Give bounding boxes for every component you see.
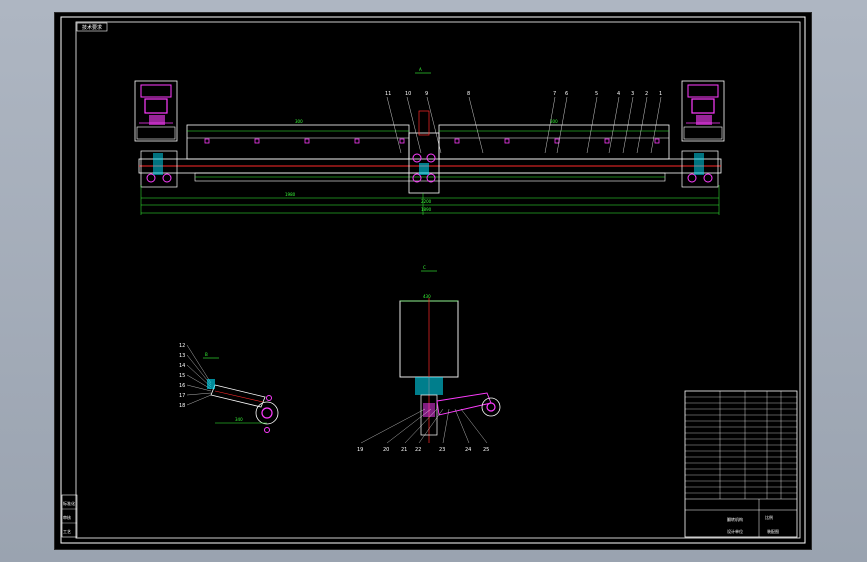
beam-bolts xyxy=(204,138,660,144)
lever-hub xyxy=(255,401,279,425)
part-number-15: 15 xyxy=(179,373,185,379)
part-number-13: 13 xyxy=(179,353,185,359)
corner-tag: 技术要求 xyxy=(76,22,108,32)
dim-label-4: 2200 xyxy=(421,199,432,204)
title-drawing-name: 翻转机构 xyxy=(727,516,743,522)
part-number-25: 25 xyxy=(483,447,489,453)
section-view: C 430 19 20 21 22 23 24 25 xyxy=(357,265,501,453)
dim-label-1: 300 xyxy=(295,119,303,124)
part-number-11: 11 xyxy=(385,91,391,97)
part-number-8: 8 xyxy=(467,91,470,97)
stamp-3: 工艺 xyxy=(63,529,71,534)
stamp-1: 标准化 xyxy=(63,500,75,506)
part-number-19: 19 xyxy=(357,447,363,453)
part-number-20: 20 xyxy=(383,447,389,453)
main-assembly-view: A 300 300 1980 2200 1890 11 10 9 8 7 6 5… xyxy=(134,67,725,215)
right-coupling xyxy=(681,150,719,188)
upper-beam-right xyxy=(438,124,670,160)
title-block: 翻转机构 比例 设计单位 装配图 xyxy=(684,390,798,538)
coupling-block xyxy=(415,377,443,395)
part-number-14: 14 xyxy=(179,363,185,369)
part-number-23: 23 xyxy=(439,447,445,453)
part-number-1: 1 xyxy=(659,91,662,97)
lever-view: B 12 13 14 15 16 17 18 340 xyxy=(179,343,279,433)
view-a-label: A xyxy=(419,67,422,72)
left-coupling xyxy=(140,150,178,188)
right-motor xyxy=(681,80,725,142)
left-motor xyxy=(134,80,178,142)
dim-label-5: 1890 xyxy=(421,207,432,212)
part-number-7: 7 xyxy=(553,91,556,97)
part-number-9: 9 xyxy=(425,91,428,97)
left-stamp: 标准化 审核 工艺 xyxy=(61,494,78,538)
drawing-sheet: 技术要求 A 300 300 1980 2200 1890 11 10 9 8 … xyxy=(54,12,812,550)
top-part-numbers: 11 10 9 8 7 6 5 4 3 2 1 xyxy=(385,91,662,154)
title-company: 设计单位 xyxy=(727,528,743,534)
title-drawing-no: 装配图 xyxy=(767,528,779,534)
part-number-3: 3 xyxy=(631,91,634,97)
part-number-10: 10 xyxy=(405,91,411,97)
part-number-6: 6 xyxy=(565,91,568,97)
outer-frame xyxy=(60,16,806,544)
view-c-label: C xyxy=(423,265,426,270)
part-number-4: 4 xyxy=(617,91,620,97)
corner-tag-text: 技术要求 xyxy=(82,24,102,31)
stamp-2: 审核 xyxy=(63,514,71,520)
part-number-22: 22 xyxy=(415,447,421,453)
dim-label-2: 300 xyxy=(550,119,558,124)
part-number-24: 24 xyxy=(465,447,471,453)
cad-drawing: 技术要求 A 300 300 1980 2200 1890 11 10 9 8 … xyxy=(60,16,806,544)
part-number-21: 21 xyxy=(401,447,407,453)
part-number-5: 5 xyxy=(595,91,598,97)
view-b-label: B xyxy=(205,352,208,357)
upper-beam-left xyxy=(186,124,410,160)
part-number-18: 18 xyxy=(179,403,185,409)
part-number-12: 12 xyxy=(179,343,185,349)
part-number-17: 17 xyxy=(179,393,185,399)
dim-label-6: 340 xyxy=(235,417,243,422)
dim-label-3: 1980 xyxy=(285,192,296,197)
dim-label-7: 430 xyxy=(423,294,431,299)
title-scale-label: 比例 xyxy=(765,514,773,520)
part-number-16: 16 xyxy=(179,383,185,389)
part-number-2: 2 xyxy=(645,91,648,97)
